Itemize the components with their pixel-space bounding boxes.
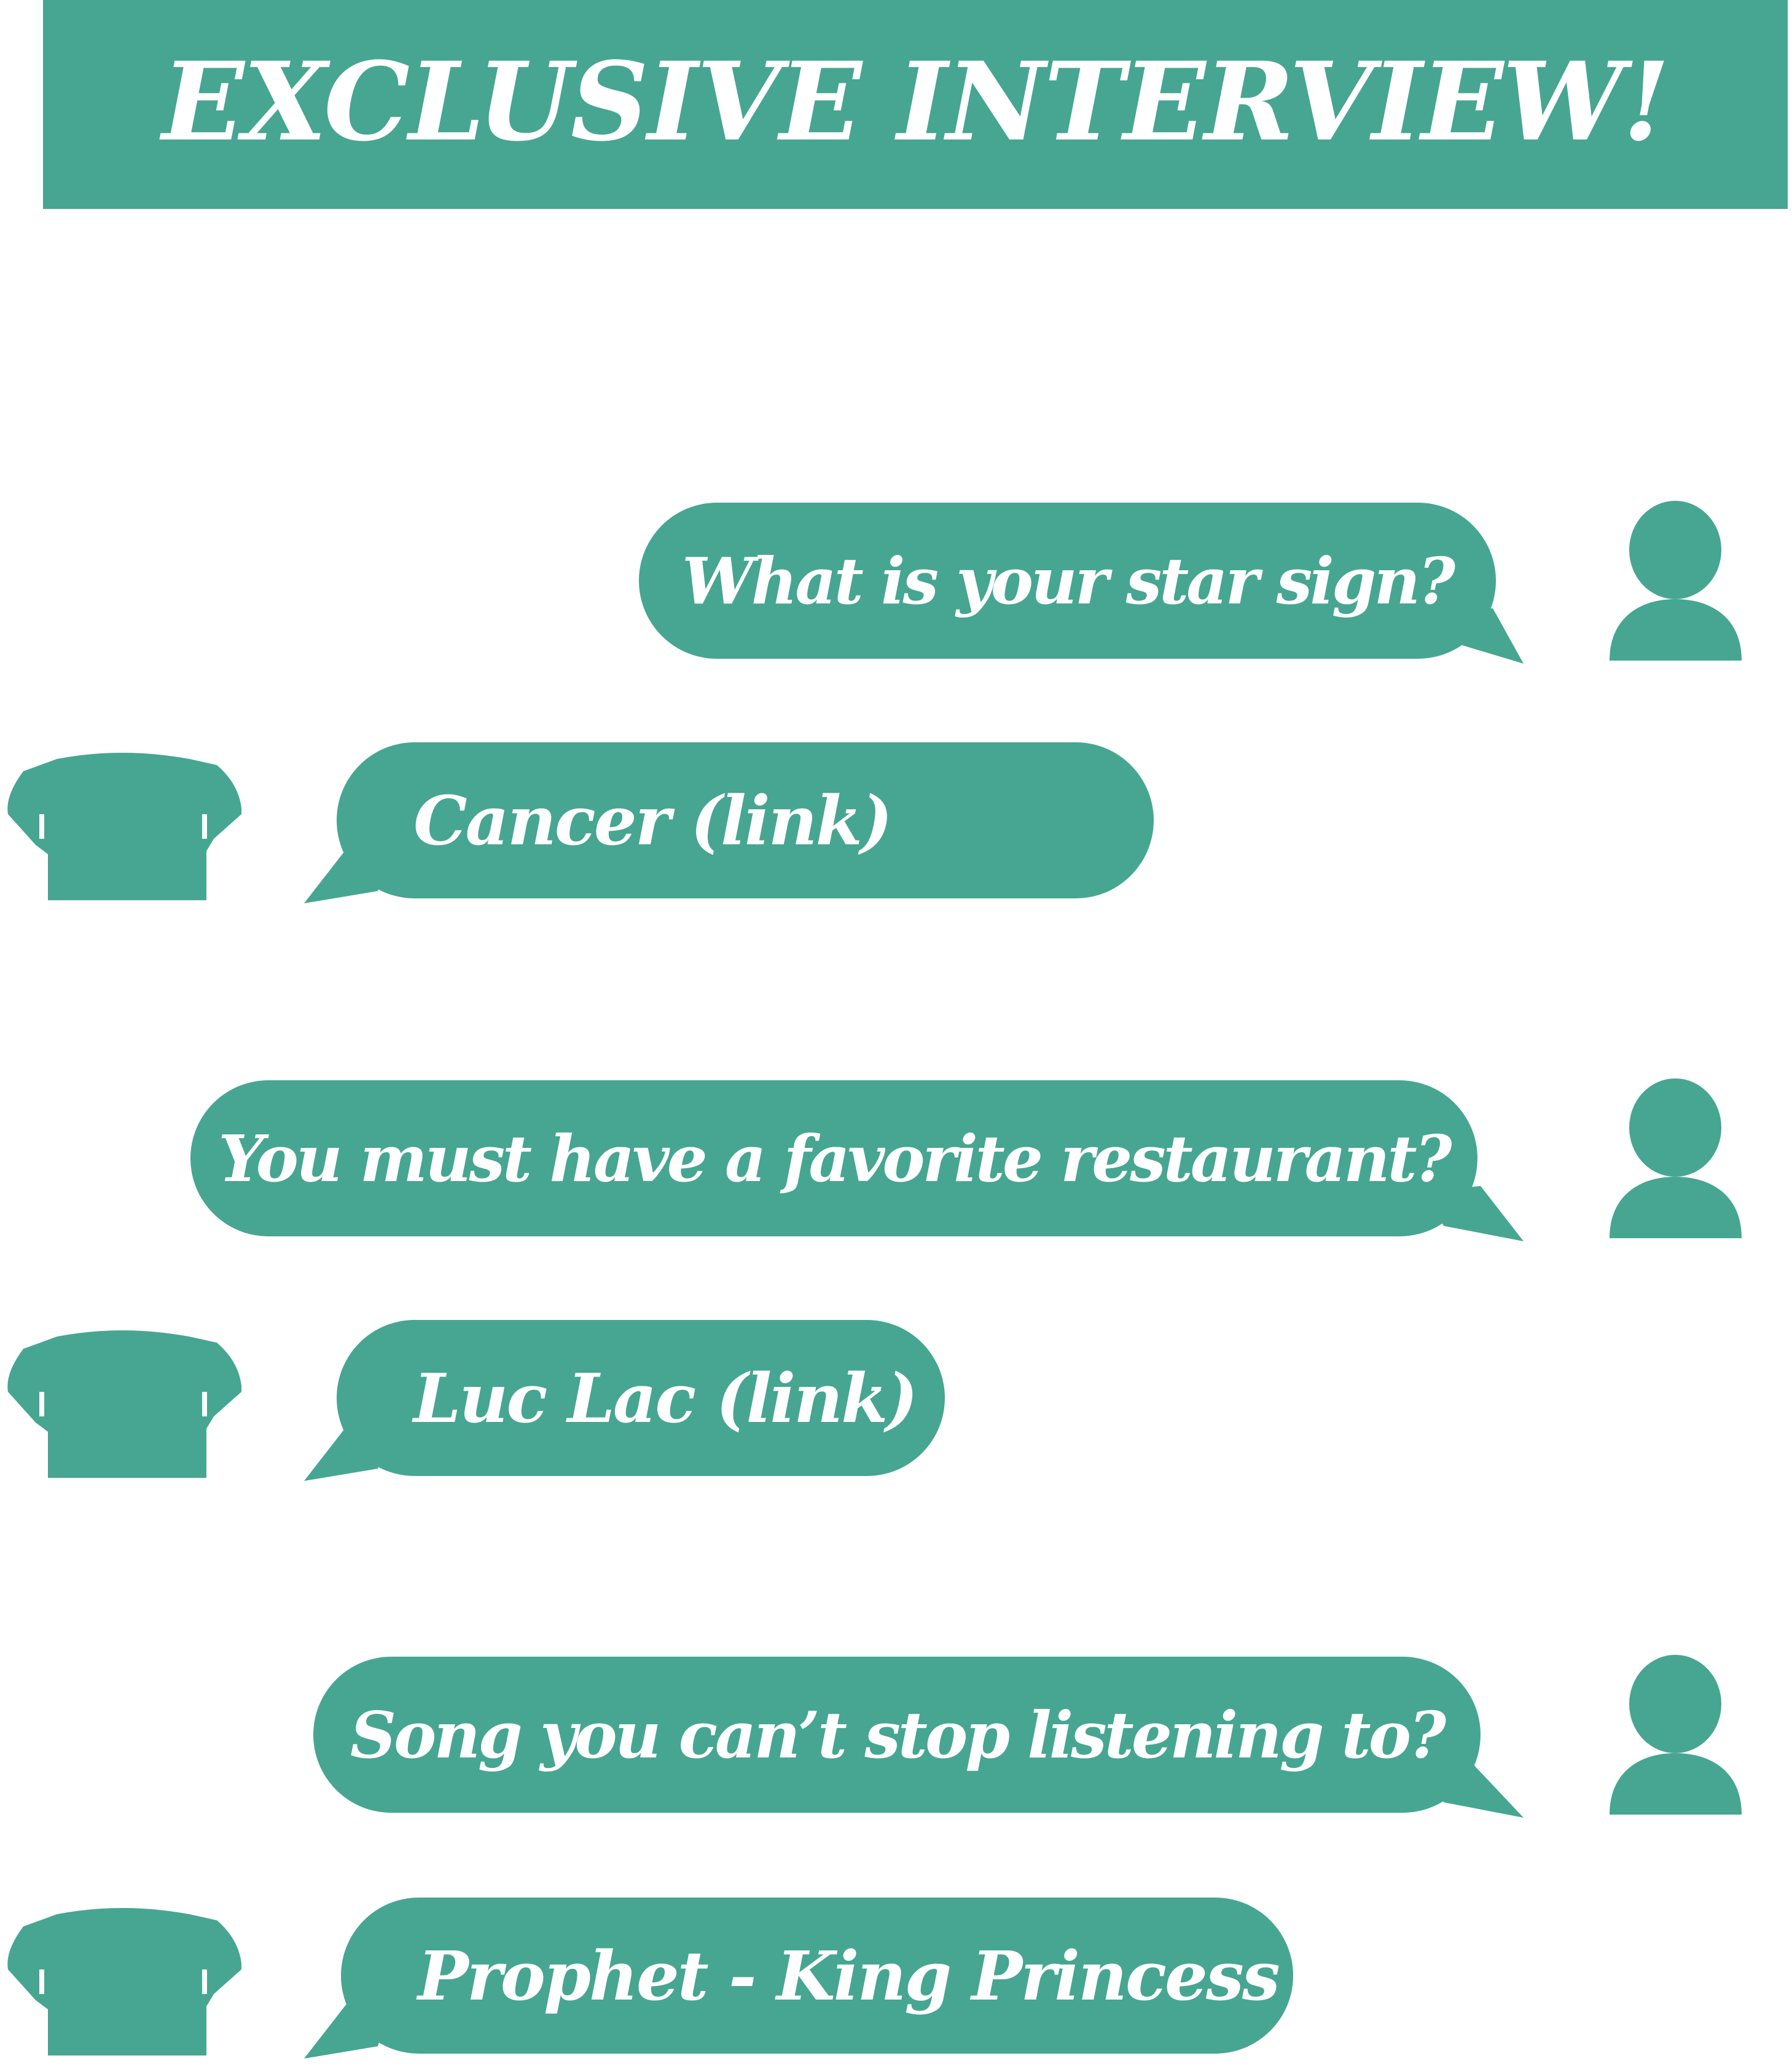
header-banner: EXCLUSIVE INTERVIEW! bbox=[43, 0, 1788, 209]
question-text: Song you can’t stop listening to? bbox=[350, 1697, 1446, 1773]
bubble-tail bbox=[304, 848, 384, 903]
person-silhouette-icon bbox=[1610, 1655, 1742, 1815]
answer-bubble: Prophet - King Princess bbox=[341, 1898, 1293, 2054]
question-bubble: What is your star sign? bbox=[639, 503, 1496, 659]
answer-bubble: Luc Lac (link) bbox=[337, 1320, 945, 1476]
answer-bubble: Cancer (link) bbox=[337, 742, 1154, 898]
answer-text: Cancer (link) bbox=[413, 780, 893, 860]
bubble-tail bbox=[1425, 1186, 1524, 1241]
bubble-tail bbox=[304, 1426, 384, 1481]
person-silhouette-icon bbox=[1610, 1078, 1742, 1238]
answer-text: Prophet - King Princess bbox=[418, 1936, 1280, 2016]
question-bubble: Song you can’t stop listening to? bbox=[313, 1657, 1481, 1813]
question-bubble: You must have a favorite restaurant? bbox=[190, 1080, 1477, 1236]
person-silhouette-icon bbox=[1610, 501, 1742, 661]
sweater-icon bbox=[7, 753, 241, 900]
question-text: You must have a favorite restaurant? bbox=[218, 1120, 1452, 1196]
answer-text: Luc Lac (link) bbox=[413, 1358, 918, 1438]
bubble-tail bbox=[1425, 608, 1524, 664]
page-title: EXCLUSIVE INTERVIEW! bbox=[162, 37, 1670, 165]
sweater-icon bbox=[7, 1330, 241, 1478]
question-text: What is your star sign? bbox=[681, 543, 1455, 619]
bubble-tail bbox=[1425, 1762, 1524, 1818]
bubble-tail bbox=[304, 2003, 384, 2059]
sweater-icon bbox=[7, 1908, 241, 2055]
